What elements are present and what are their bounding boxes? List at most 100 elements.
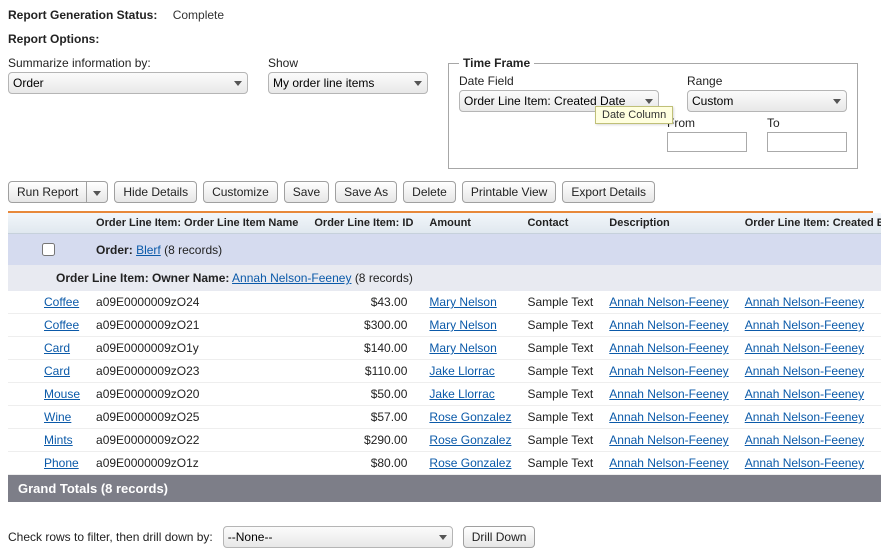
row-name-link[interactable]: Mints [44, 433, 73, 447]
row-modified-by-link[interactable]: Annah Nelson-Feeney [745, 433, 864, 447]
row-created-by-link[interactable]: Annah Nelson-Feeney [609, 364, 728, 378]
summarize-by-label: Summarize information by: [8, 56, 248, 70]
row-id: a09E0000009zO24 [88, 291, 306, 314]
table-row: Carda09E0000009zO1y$140.00Mary NelsonSam… [8, 337, 881, 360]
drill-down-select[interactable]: --None-- [223, 526, 453, 548]
row-created-by-link[interactable]: Annah Nelson-Feeney [609, 318, 728, 332]
group-prefix: Order: [96, 243, 133, 257]
from-input[interactable] [667, 132, 747, 152]
show-select[interactable]: My order line items [268, 72, 428, 94]
report-status-value: Complete [173, 8, 224, 22]
table-row: Winea09E0000009zO25$57.00Rose GonzalezSa… [8, 406, 881, 429]
show-label: Show [268, 56, 428, 70]
summarize-by-select[interactable]: Order [8, 72, 248, 94]
row-created-by-link[interactable]: Annah Nelson-Feeney [609, 387, 728, 401]
row-name-link[interactable]: Card [44, 364, 70, 378]
subgroup-prefix: Order Line Item: Owner Name: [56, 271, 229, 285]
from-label: From [667, 116, 747, 130]
row-amount: $50.00 [306, 383, 421, 406]
drill-down-text: Check rows to filter, then drill down by… [8, 530, 213, 544]
run-report-menu-button[interactable] [87, 181, 108, 203]
row-modified-by-link[interactable]: Annah Nelson-Feeney [745, 318, 864, 332]
row-name-link[interactable]: Coffee [44, 295, 79, 309]
row-created-by-link[interactable]: Annah Nelson-Feeney [609, 295, 728, 309]
report-grid: Order Line Item: Order Line Item Name Or… [8, 213, 881, 502]
row-id: a09E0000009zO21 [88, 314, 306, 337]
row-contact-link[interactable]: Mary Nelson [429, 341, 496, 355]
row-contact-link[interactable]: Jake Llorrac [429, 387, 494, 401]
subgroup-row-owner: Order Line Item: Owner Name: Annah Nelso… [8, 265, 881, 291]
row-created-by-link[interactable]: Annah Nelson-Feeney [609, 341, 728, 355]
subgroup-owner-link[interactable]: Annah Nelson-Feeney [232, 271, 351, 285]
row-contact-link[interactable]: Mary Nelson [429, 318, 496, 332]
row-id: a09E0000009zO20 [88, 383, 306, 406]
row-name-link[interactable]: Mouse [44, 387, 80, 401]
row-description: Sample Text [519, 337, 601, 360]
save-as-button[interactable]: Save As [335, 181, 397, 203]
row-name-link[interactable]: Card [44, 341, 70, 355]
row-created-by-link[interactable]: Annah Nelson-Feeney [609, 456, 728, 470]
column-contact-header[interactable]: Contact [519, 213, 601, 234]
row-name-link[interactable]: Phone [44, 456, 79, 470]
group-checkbox[interactable] [42, 243, 55, 256]
row-created-by-link[interactable]: Annah Nelson-Feeney [609, 410, 728, 424]
row-id: a09E0000009zO23 [88, 360, 306, 383]
row-description: Sample Text [519, 314, 601, 337]
column-name-header[interactable]: Order Line Item: Order Line Item Name [88, 213, 306, 234]
table-row: Mints a09E0000009zO22$290.00 Rose Gonzalez… [8, 429, 881, 452]
row-amount: $140.00 [306, 337, 421, 360]
group-row-order: Order: Blerf (8 records) [8, 234, 881, 266]
to-input[interactable] [767, 132, 847, 152]
run-report-button[interactable]: Run Report [8, 181, 87, 203]
row-modified-by-link[interactable]: Annah Nelson-Feeney [745, 364, 864, 378]
report-status-label: Report Generation Status: [8, 8, 157, 22]
save-button[interactable]: Save [284, 181, 329, 203]
row-contact-link[interactable]: Mary Nelson [429, 295, 496, 309]
row-contact-link[interactable]: Rose Gonzalez [429, 410, 511, 424]
row-amount: $110.00 [306, 360, 421, 383]
row-modified-by-link[interactable]: Annah Nelson-Feeney [745, 456, 864, 470]
row-name-link[interactable]: Coffee [44, 318, 79, 332]
report-options-label: Report Options: [8, 32, 873, 46]
row-modified-by-link[interactable]: Annah Nelson-Feeney [745, 387, 864, 401]
row-modified-by-link[interactable]: Annah Nelson-Feeney [745, 295, 864, 309]
column-description-header[interactable]: Description [601, 213, 736, 234]
group-count: (8 records) [164, 243, 222, 257]
row-id: a09E0000009zO25 [88, 406, 306, 429]
export-details-button[interactable]: Export Details [562, 181, 655, 203]
time-frame-legend: Time Frame [459, 56, 534, 70]
drill-down-button[interactable]: Drill Down [463, 526, 536, 548]
date-column-tooltip: Date Column [595, 106, 673, 124]
table-row: Coffee a09E0000009zO21$300.00 Mary Nelson S… [8, 314, 881, 337]
row-description: Sample Text [519, 360, 601, 383]
row-description: Sample Text [519, 291, 601, 314]
hide-details-button[interactable]: Hide Details [114, 181, 197, 203]
row-description: Sample Text [519, 406, 601, 429]
row-modified-by-link[interactable]: Annah Nelson-Feeney [745, 341, 864, 355]
customize-button[interactable]: Customize [203, 181, 278, 203]
row-contact-link[interactable]: Jake Llorrac [429, 364, 494, 378]
row-created-by-link[interactable]: Annah Nelson-Feeney [609, 433, 728, 447]
row-modified-by-link[interactable]: Annah Nelson-Feeney [745, 410, 864, 424]
report-toolbar: Run Report Hide Details Customize Save S… [8, 181, 873, 203]
row-name-link[interactable]: Wine [44, 410, 71, 424]
drill-down-bar: Check rows to filter, then drill down by… [8, 526, 873, 548]
row-id: a09E0000009zO1z [88, 452, 306, 475]
row-contact-link[interactable]: Rose Gonzalez [429, 456, 511, 470]
grand-totals-text: Grand Totals (8 records) [8, 475, 881, 503]
chevron-down-icon [93, 191, 101, 196]
group-order-link[interactable]: Blerf [136, 243, 161, 257]
row-amount: $300.00 [306, 314, 421, 337]
delete-button[interactable]: Delete [403, 181, 456, 203]
column-amount-header[interactable]: Amount [421, 213, 519, 234]
table-row: Card a09E0000009zO23$110.00 Jake Llorrac Sa… [8, 360, 881, 383]
range-select[interactable]: Custom [687, 90, 847, 112]
column-created-by-header[interactable]: Order Line Item: Created By [737, 213, 881, 234]
row-contact-link[interactable]: Rose Gonzalez [429, 433, 511, 447]
row-amount: $290.00 [306, 429, 421, 452]
column-id-header[interactable]: Order Line Item: ID [306, 213, 421, 234]
row-id: a09E0000009zO22 [88, 429, 306, 452]
printable-view-button[interactable]: Printable View [462, 181, 557, 203]
report-options-row: Summarize information by: Order Show My … [8, 56, 873, 169]
table-row: Coffeea09E0000009zO24$43.00Mary NelsonSa… [8, 291, 881, 314]
